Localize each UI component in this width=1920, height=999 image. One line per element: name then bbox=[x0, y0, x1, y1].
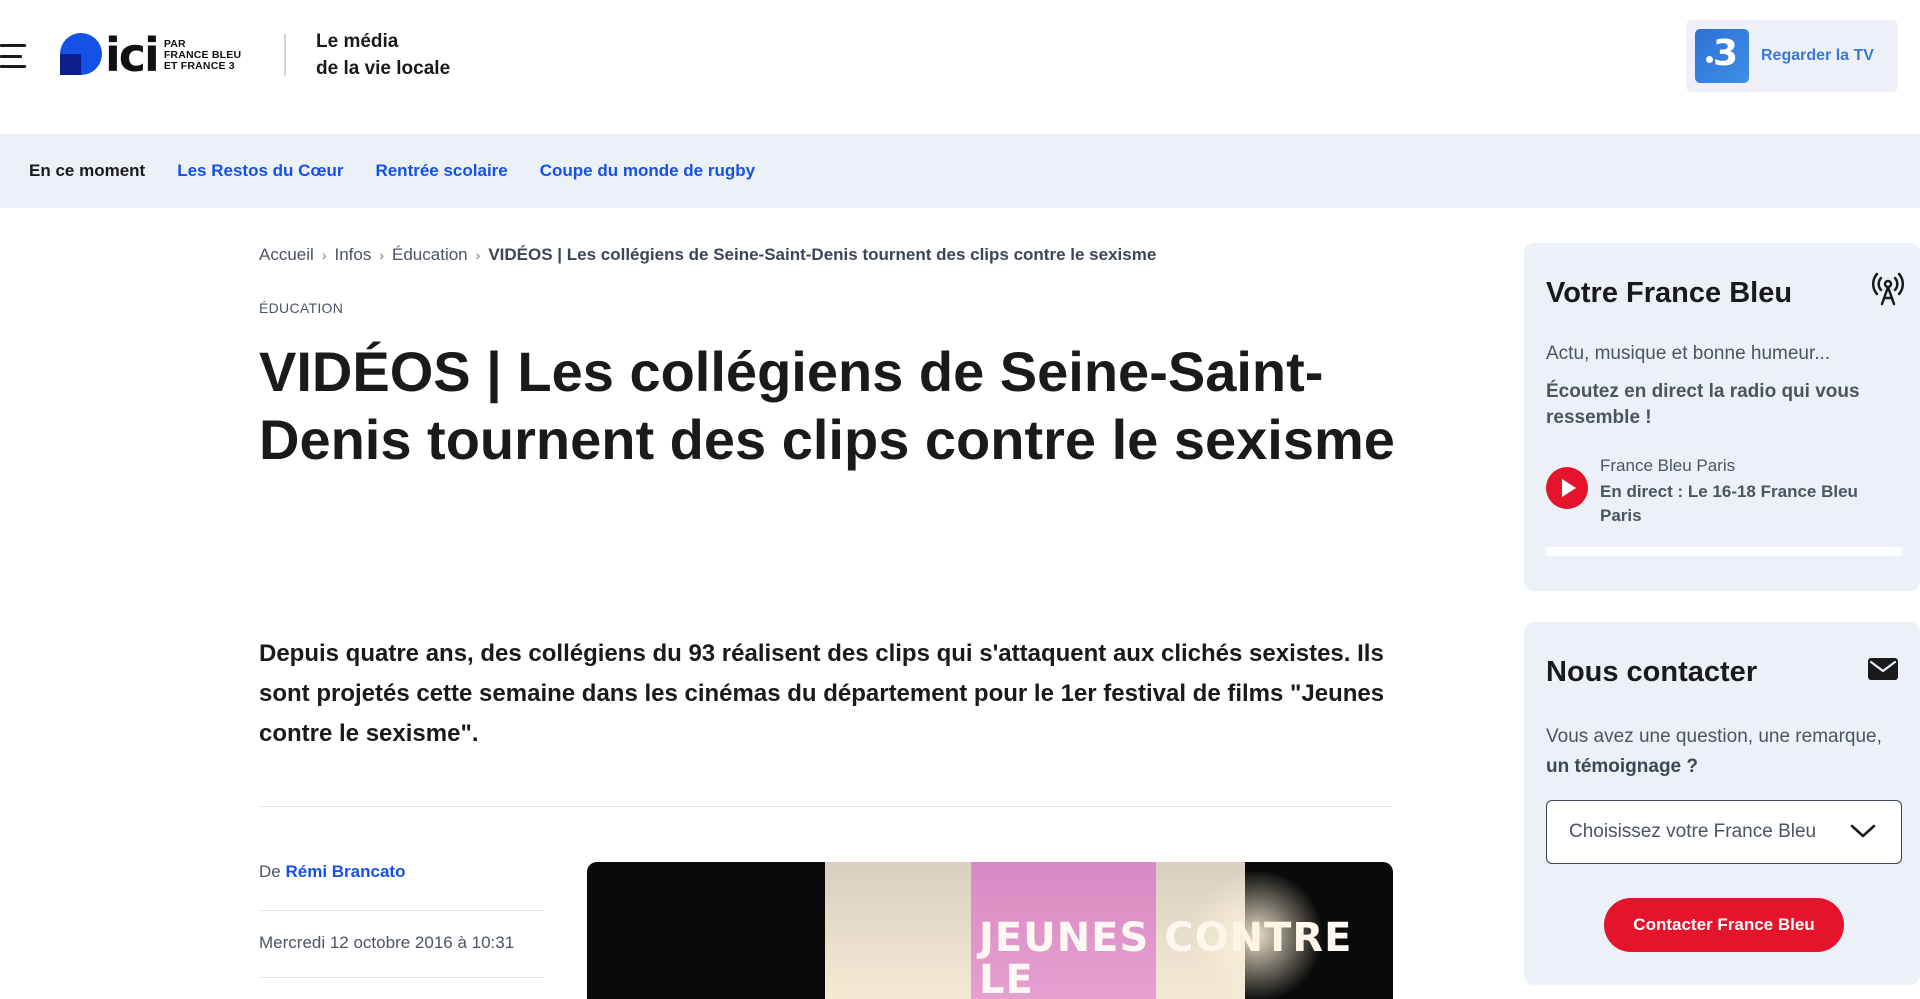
radio-card-title: Votre France Bleu bbox=[1546, 277, 1793, 309]
radio-card: Votre France Bleu Actu, musique et bonne… bbox=[1524, 243, 1920, 591]
station-select[interactable]: Choisissez votre France Bleu bbox=[1546, 800, 1902, 864]
article-category[interactable]: ÉDUCATION bbox=[259, 300, 343, 316]
video-poster-text: JEUNES CONTRE LE bbox=[979, 915, 1353, 999]
divider bbox=[259, 806, 1391, 807]
menu-icon[interactable] bbox=[0, 44, 28, 68]
radio-progress-bar bbox=[1546, 547, 1902, 556]
radio-cta: Écoutez en direct la radio qui vous ress… bbox=[1546, 381, 1860, 428]
article-date: Mercredi 12 octobre 2016 à 10:31 bbox=[259, 933, 515, 952]
play-icon[interactable] bbox=[1546, 467, 1588, 509]
breadcrumb-item-education[interactable]: Éducation bbox=[392, 245, 468, 265]
article-title: VIDÉOS | Les collégiens de Seine-Saint-D… bbox=[259, 340, 1395, 471]
chevron-right-icon: › bbox=[379, 247, 385, 263]
trending-link-rugby[interactable]: Coupe du monde de rugby bbox=[540, 161, 755, 181]
menu-icon-bar bbox=[0, 44, 26, 47]
breadcrumb: Accueil › Infos › Éducation › VIDÉOS | L… bbox=[259, 245, 1156, 265]
breadcrumb-item-infos[interactable]: Infos bbox=[334, 245, 371, 265]
tagline-line: Le média bbox=[316, 31, 399, 52]
tagline-line: de la vie locale bbox=[316, 58, 451, 79]
radio-station-name: France Bleu Paris bbox=[1600, 456, 1736, 475]
logo-sub-line: FRANCE BLEU bbox=[163, 48, 242, 61]
contact-button[interactable]: Contacter France Bleu bbox=[1604, 898, 1844, 952]
site-header: ici PAR FRANCE BLEU ET FRANCE 3 Le média… bbox=[0, 0, 1920, 134]
logo-sub-line: PAR bbox=[163, 37, 186, 50]
trending-label: En ce moment bbox=[29, 161, 146, 180]
article-lead: Depuis quatre ans, des collégiens du 93 … bbox=[259, 640, 1385, 747]
logo-sub-line: ET FRANCE 3 bbox=[163, 59, 235, 72]
logo-mark-icon bbox=[60, 33, 104, 77]
watch-tv-button[interactable]: 3 Regarder la TV bbox=[1686, 20, 1898, 92]
logo-subtitle: PAR FRANCE BLEU ET FRANCE 3 bbox=[163, 37, 242, 72]
trending-bar: En ce moment Les Restos du Cœur Rentrée … bbox=[0, 134, 1920, 208]
radio-live-program[interactable]: En direct : Le 16-18 France Bleu Paris bbox=[1600, 480, 1890, 528]
header-divider bbox=[284, 34, 286, 76]
mail-icon bbox=[1868, 658, 1898, 680]
chevron-down-icon bbox=[1850, 824, 1876, 838]
divider bbox=[259, 977, 544, 978]
contact-question-text: Vous avez une question, une remarque, bbox=[1546, 726, 1882, 747]
article-video[interactable]: JEUNES CONTRE LE bbox=[587, 862, 1393, 999]
chevron-right-icon: › bbox=[321, 247, 327, 263]
divider bbox=[259, 910, 544, 911]
contact-card: Nous contacter Vous avez une question, u… bbox=[1524, 622, 1920, 985]
video-frame-light bbox=[1187, 872, 1327, 999]
site-tagline: Le média de la vie locale bbox=[316, 28, 450, 82]
station-select-value: Choisissez votre France Bleu bbox=[1569, 821, 1817, 842]
trending-link-rentree[interactable]: Rentrée scolaire bbox=[375, 161, 507, 181]
contact-question-emphasis: un témoignage ? bbox=[1546, 756, 1698, 777]
trending-link-restos[interactable]: Les Restos du Cœur bbox=[177, 161, 343, 181]
breadcrumb-item-home[interactable]: Accueil bbox=[259, 245, 314, 265]
breadcrumb-current: VIDÉOS | Les collégiens de Seine-Saint-D… bbox=[488, 245, 1157, 264]
menu-icon-bar bbox=[0, 54, 22, 58]
menu-icon-bar bbox=[0, 65, 26, 68]
france3-number: 3 bbox=[1713, 33, 1739, 74]
radio-lead: Actu, musique et bonne humeur... bbox=[1546, 343, 1831, 364]
chevron-right-icon: › bbox=[475, 247, 481, 263]
site-logo[interactable]: ici PAR FRANCE BLEU ET FRANCE 3 bbox=[60, 32, 241, 78]
article-author: De Rémi Brancato bbox=[259, 862, 405, 882]
france3-icon: 3 bbox=[1695, 29, 1749, 83]
contact-question: Vous avez une question, une remarque, un… bbox=[1546, 722, 1906, 782]
contact-card-title: Nous contacter bbox=[1546, 656, 1758, 688]
logo-word: ici bbox=[105, 28, 160, 82]
watch-tv-label: Regarder la TV bbox=[1761, 47, 1874, 64]
author-link[interactable]: Rémi Brancato bbox=[285, 862, 405, 881]
antenna-icon bbox=[1872, 272, 1904, 306]
author-prefix: De bbox=[259, 862, 281, 881]
